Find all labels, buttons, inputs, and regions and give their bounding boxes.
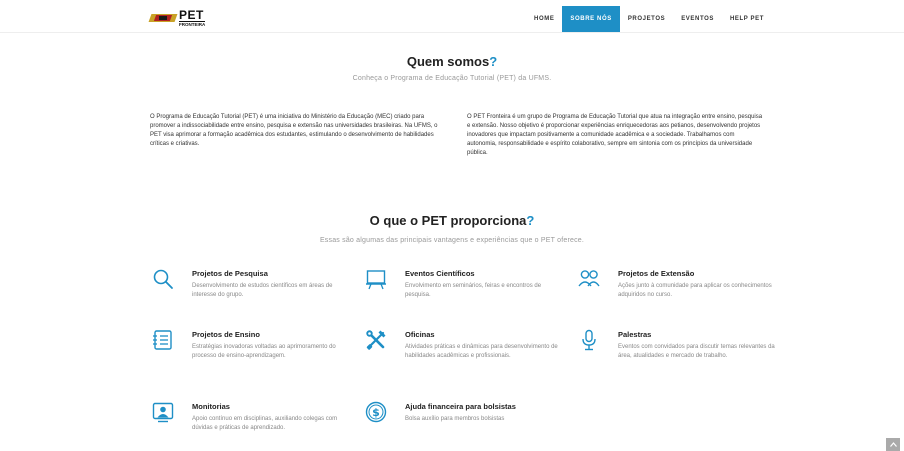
search-icon xyxy=(153,269,173,289)
feature-desc: Ações junto à comunidade para aplicar os… xyxy=(618,283,772,298)
feature-title: Eventos Científicos xyxy=(405,269,475,278)
feature-desc: Envolvimento em seminários, feiras e enc… xyxy=(405,283,542,298)
feature-desc: Apoio contínuo em disciplinas, auxiliand… xyxy=(192,416,338,431)
feature-title: Monitorias xyxy=(192,402,230,411)
dollar-coin-icon: $ xyxy=(365,401,387,423)
nav-home[interactable]: HOME xyxy=(526,6,562,32)
document-list-icon xyxy=(153,330,172,350)
pet-fronteira-logo[interactable]: PET FRONTEIRA xyxy=(148,8,206,28)
presentation-board-icon xyxy=(366,270,386,290)
logo-emblem-icon xyxy=(148,12,178,24)
tools-icon xyxy=(366,330,386,350)
nav-sobre-nos[interactable]: SOBRE NÓS xyxy=(562,6,620,32)
about-title: Quem somos? xyxy=(406,54,498,69)
nav-projetos[interactable]: PROJETOS xyxy=(620,6,673,32)
benefits-title: O que o PET proporciona? xyxy=(369,213,535,228)
feature-desc: Desenvolvimento de estudos científicos e… xyxy=(192,283,333,298)
site-header: PET FRONTEIRA HOME SOBRE NÓS PROJETOS EV… xyxy=(0,0,904,33)
microphone-icon xyxy=(582,329,596,351)
about-subtitle: Conheça o Programa de Educação Tutorial … xyxy=(352,75,552,82)
benefits-subtitle: Essas são algumas das principais vantage… xyxy=(319,237,585,244)
feature-title: Oficinas xyxy=(405,330,435,339)
feature-title: Projetos de Ensino xyxy=(192,330,260,339)
feature-title: Palestras xyxy=(618,330,652,339)
people-icon xyxy=(578,270,600,287)
feature-desc: Estratégias inovadoras voltadas ao aprim… xyxy=(192,344,336,359)
about-right-text: O PET Fronteira é um grupo de Programa d… xyxy=(467,114,763,156)
feature-desc: Eventos com convidados para discutir tem… xyxy=(618,344,775,359)
nav-eventos[interactable]: EVENTOS xyxy=(673,6,722,32)
feature-title: Projetos de Extensão xyxy=(618,269,695,278)
main-nav: HOME SOBRE NÓS PROJETOS EVENTOS HELP PET xyxy=(526,6,772,32)
nav-help-pet[interactable]: HELP PET xyxy=(722,6,772,32)
monitor-user-icon xyxy=(152,402,174,423)
about-left-text: O Programa de Educação Tutorial (PET) é … xyxy=(150,114,438,147)
feature-desc: Atividades práticas e dinâmicas para des… xyxy=(405,344,558,359)
scroll-top-button[interactable] xyxy=(886,438,900,451)
svg-text:$: $ xyxy=(372,406,380,419)
feature-title: Projetos de Pesquisa xyxy=(192,269,268,278)
feature-title: Ajuda financeira para bolsistas xyxy=(405,402,516,411)
feature-desc: Bolsa auxílio para membros bolsistas xyxy=(405,416,505,422)
chevron-up-icon xyxy=(889,442,897,447)
logo-subtitle: FRONTEIRA xyxy=(179,21,206,27)
logo-title: PET xyxy=(179,8,204,22)
